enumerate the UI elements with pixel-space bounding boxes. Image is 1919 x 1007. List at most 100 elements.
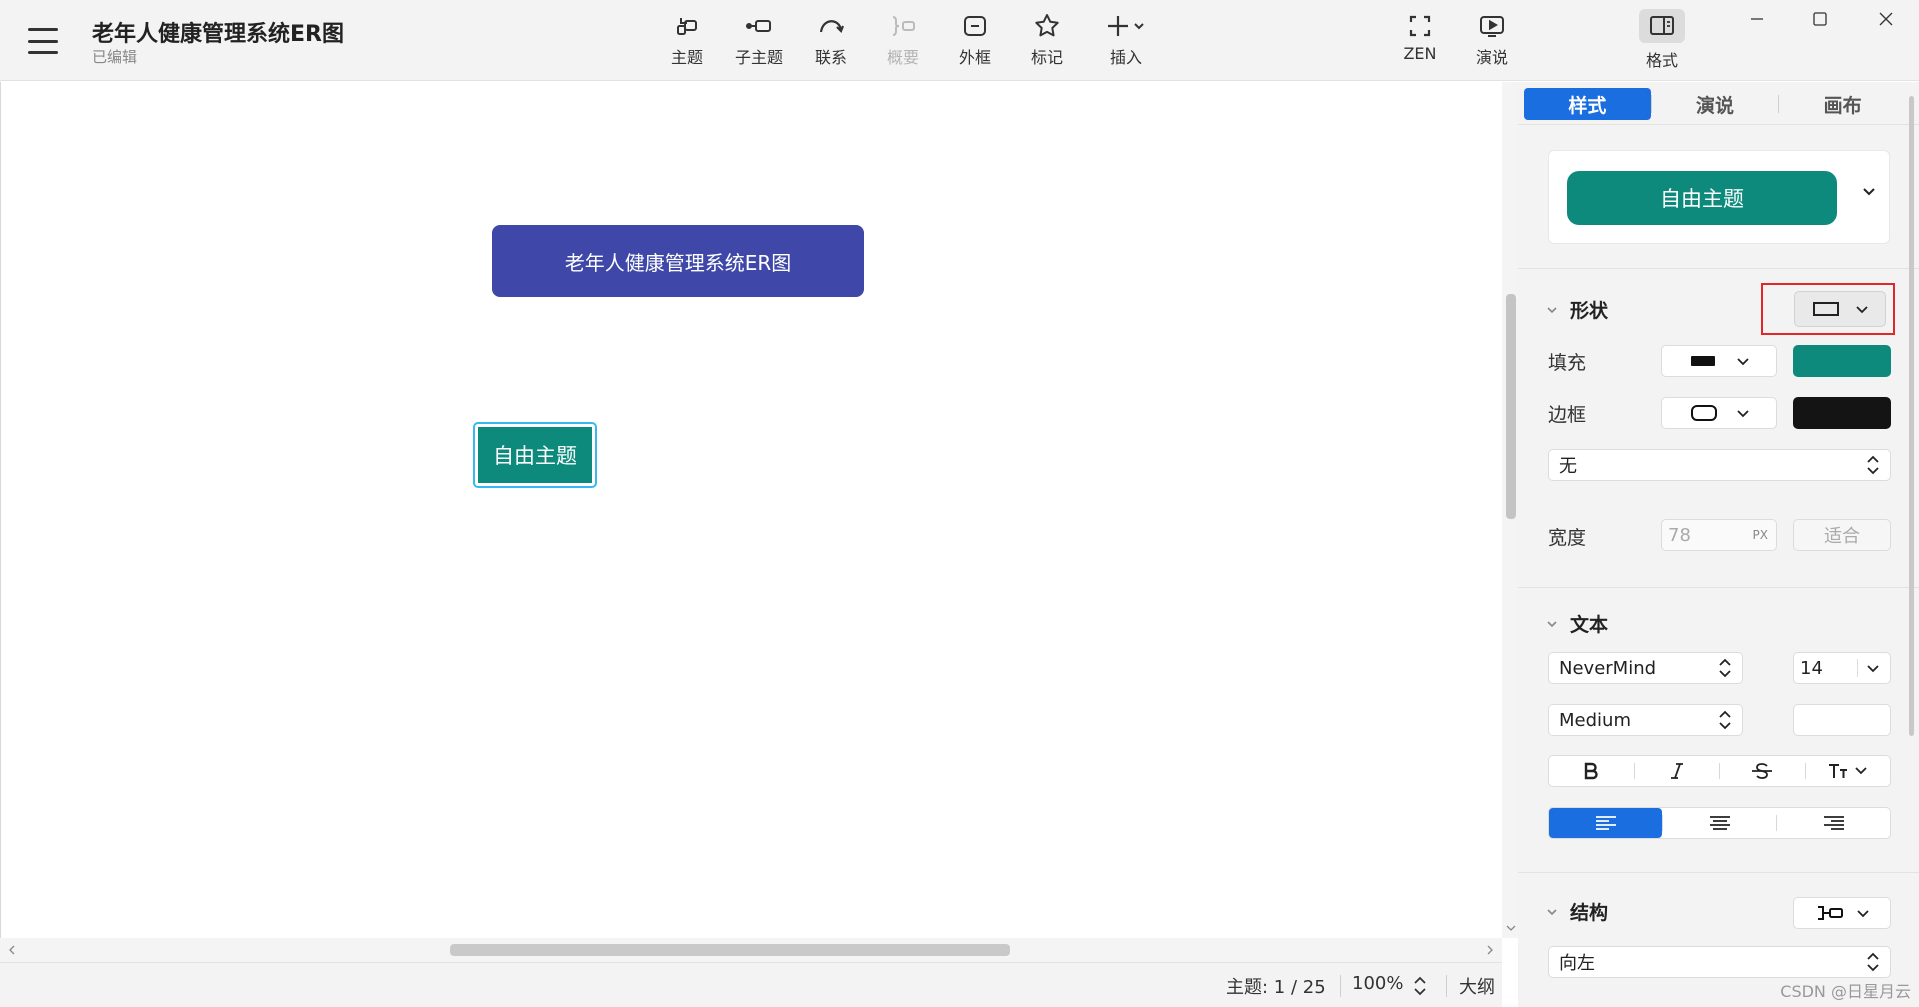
tab-style[interactable]: 样式 <box>1524 88 1651 120</box>
structure-layout-icon <box>1818 906 1843 920</box>
play-icon <box>1480 16 1504 37</box>
structure-dropdown[interactable] <box>1793 897 1891 929</box>
chevron-down-icon <box>1737 358 1749 366</box>
marker-button[interactable]: 标记 <box>1015 12 1079 72</box>
panel-scrollbar[interactable] <box>1909 96 1914 736</box>
fit-width-button[interactable]: 适合 <box>1793 519 1891 551</box>
mindmap-canvas[interactable]: 老年人健康管理系统ER图 自由主题 <box>0 82 1502 938</box>
text-section-header[interactable]: 文本 <box>1546 610 1608 637</box>
bold-button[interactable] <box>1549 756 1634 786</box>
align-left-icon <box>1595 816 1616 830</box>
border-line-value: 无 <box>1559 456 1577 477</box>
outline-button[interactable]: 大纲 <box>1459 973 1495 999</box>
chevron-down-icon <box>1857 910 1869 918</box>
font-family-value: NeverMind <box>1559 657 1657 679</box>
boundary-button[interactable]: 外框 <box>943 12 1007 72</box>
fill-color-swatch[interactable] <box>1793 345 1891 377</box>
font-size-dropdown[interactable]: 14 <box>1793 652 1891 684</box>
shape-section-title: 形状 <box>1570 300 1609 322</box>
rectangle-shape-icon <box>1813 302 1839 316</box>
solid-fill-icon <box>1691 356 1715 366</box>
topic-label: 主题 <box>670 48 703 67</box>
boundary-icon <box>964 16 986 36</box>
hamburger-menu-icon[interactable] <box>28 28 58 54</box>
subtopic-icon <box>746 20 771 32</box>
border-style-dropdown[interactable] <box>1661 397 1777 429</box>
summary-button[interactable]: 概要 <box>871 12 935 72</box>
structure-direction-select[interactable]: 向左 <box>1548 946 1891 978</box>
topic-style-preview[interactable]: 自由主题 <box>1567 171 1837 225</box>
close-window-button[interactable] <box>1856 4 1916 34</box>
summary-icon <box>892 16 915 36</box>
format-panel-icon <box>1650 16 1674 35</box>
rounded-border-icon <box>1691 405 1717 421</box>
chevron-down-icon[interactable] <box>1861 183 1877 199</box>
divider <box>1518 587 1919 588</box>
border-color-swatch[interactable] <box>1793 397 1891 429</box>
close-icon <box>1879 12 1893 26</box>
minimize-button[interactable] <box>1727 4 1787 34</box>
scroll-down-icon[interactable] <box>1506 924 1516 932</box>
zoom-stepper-icon[interactable] <box>1413 975 1427 997</box>
scroll-left-icon[interactable] <box>8 945 16 955</box>
zen-button[interactable]: ZEN <box>1388 12 1452 72</box>
border-line-select[interactable]: 无 <box>1548 449 1891 481</box>
width-placeholder: 78 <box>1668 524 1691 546</box>
text-color-swatch[interactable] <box>1793 704 1891 736</box>
width-input[interactable]: 78 PX <box>1661 519 1777 551</box>
free-topic-label: 自由主题 <box>478 427 592 483</box>
canvas-horizontal-scrollbar[interactable] <box>0 938 1502 962</box>
text-case-icon <box>1828 764 1867 778</box>
relationship-label: 联系 <box>814 48 847 67</box>
strikethrough-button[interactable] <box>1720 756 1805 786</box>
minimize-icon <box>1751 18 1763 20</box>
presentation-label: 演说 <box>1475 48 1508 67</box>
fill-label: 填充 <box>1548 352 1587 374</box>
align-left-button[interactable] <box>1549 808 1662 838</box>
structure-section-header[interactable]: 结构 <box>1546 898 1608 925</box>
maximize-icon <box>1813 12 1827 26</box>
topic-icon <box>677 18 697 35</box>
tab-presentation[interactable]: 演说 <box>1652 88 1779 120</box>
subtopic-label: 子主题 <box>734 48 783 67</box>
maximize-button[interactable] <box>1790 4 1850 34</box>
text-case-dropdown[interactable] <box>1806 756 1891 786</box>
topic-button[interactable]: 主题 <box>655 12 719 72</box>
insert-button[interactable]: 插入 <box>1093 12 1159 72</box>
document-title: 老年人健康管理系统ER图 <box>92 22 344 47</box>
title-bar: 老年人健康管理系统ER图 已编辑 主题 子主题 联系 概要 外框 标记 插入 Z… <box>0 0 1919 81</box>
format-label: 格式 <box>1645 51 1678 70</box>
selected-free-topic[interactable]: 自由主题 <box>473 422 597 488</box>
italic-button[interactable] <box>1635 756 1720 786</box>
align-right-button[interactable] <box>1777 808 1890 838</box>
canvas-vertical-scrollbar[interactable] <box>1502 82 1518 938</box>
align-center-button[interactable] <box>1663 808 1776 838</box>
status-divider <box>1340 975 1341 997</box>
presentation-button[interactable]: 演说 <box>1460 12 1524 72</box>
font-family-select[interactable]: NeverMind <box>1548 652 1743 684</box>
central-topic[interactable]: 老年人健康管理系统ER图 <box>492 225 864 297</box>
shape-section-header[interactable]: 形状 <box>1546 296 1608 323</box>
updown-chevron-icon <box>1867 952 1879 972</box>
horizontal-scroll-thumb[interactable] <box>450 944 1010 956</box>
scroll-right-icon[interactable] <box>1486 945 1494 955</box>
chevron-down-icon <box>1547 620 1557 627</box>
status-divider <box>1446 975 1447 997</box>
topic-style-card[interactable]: 自由主题 <box>1548 150 1890 244</box>
relationship-button[interactable]: 联系 <box>799 12 863 72</box>
font-size-value: 14 <box>1800 657 1823 679</box>
shape-dropdown[interactable] <box>1794 291 1886 327</box>
fill-style-dropdown[interactable] <box>1661 345 1777 377</box>
italic-icon <box>1670 763 1683 779</box>
font-weight-select[interactable]: Medium <box>1548 704 1743 736</box>
document-status: 已编辑 <box>92 48 138 66</box>
divider <box>1518 872 1919 873</box>
zoom-level[interactable]: 100% <box>1352 973 1403 994</box>
insert-label: 插入 <box>1109 48 1142 67</box>
relationship-icon <box>819 20 845 33</box>
tab-canvas[interactable]: 画布 <box>1779 88 1906 120</box>
subtopic-button[interactable]: 子主题 <box>727 12 791 72</box>
watermark: CSDN @日星月云 <box>1780 982 1911 1001</box>
format-panel-button[interactable]: 格式 <box>1630 9 1694 72</box>
vertical-scroll-thumb[interactable] <box>1506 294 1516 519</box>
